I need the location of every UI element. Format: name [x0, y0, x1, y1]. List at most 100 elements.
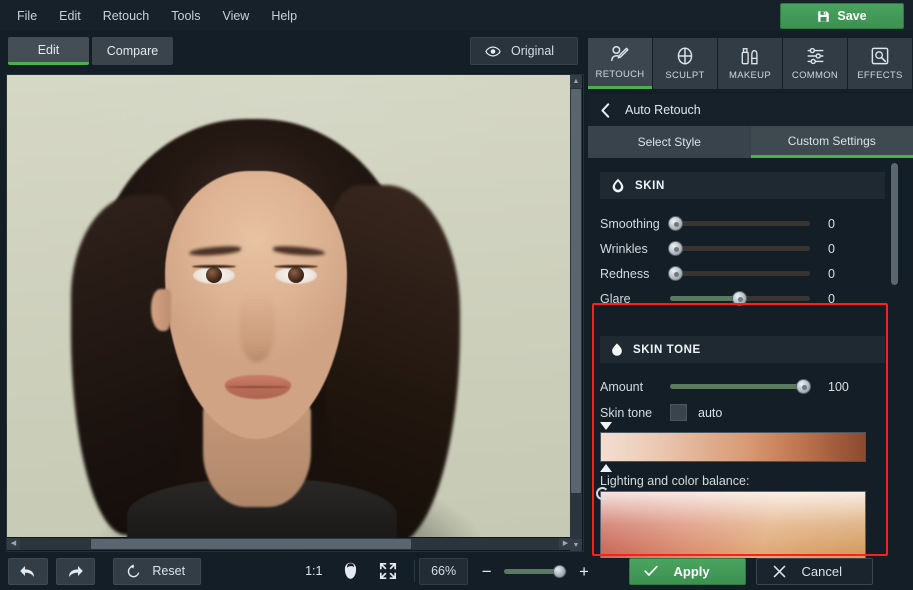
close-x-icon — [773, 565, 785, 577]
group-header-skin-tone[interactable]: SKIN TONE — [600, 336, 885, 363]
zoom-out-button[interactable]: − — [482, 563, 492, 580]
portrait-photo — [7, 75, 573, 549]
slider-row-smoothing: Smoothing 0 — [600, 211, 890, 236]
hair-left — [71, 195, 181, 535]
application-window: File Edit Retouch Tools View Help Save E… — [0, 0, 913, 590]
panel-scrollbar[interactable] — [891, 163, 898, 553]
fit-to-screen-button[interactable] — [379, 562, 397, 580]
skin-tone-gradient[interactable] — [600, 432, 866, 462]
horizontal-scroll-thumb[interactable] — [91, 539, 411, 549]
skin-tone-marker-top[interactable] — [600, 422, 612, 430]
slider-glare-handle[interactable] — [732, 291, 747, 306]
zoom-slider-handle[interactable] — [552, 564, 566, 578]
value-smoothing: 0 — [828, 216, 835, 231]
tab-sculpt[interactable]: SCULPT — [653, 38, 717, 89]
canvas-vertical-scrollbar[interactable]: ▲ ▼ — [570, 75, 582, 551]
label-auto: auto — [698, 405, 723, 420]
apply-button[interactable]: Apply — [628, 557, 746, 585]
tab-effects[interactable]: EFFECTS — [848, 38, 912, 89]
slider-row-redness: Redness 0 — [600, 261, 890, 286]
back-chevron-icon[interactable] — [600, 102, 611, 118]
sculpt-icon — [677, 47, 693, 65]
check-icon — [643, 565, 658, 576]
value-redness: 0 — [828, 266, 835, 281]
right-panel: RETOUCH SCULPT MAKEUP COMMON EFFECTS Aut… — [588, 31, 913, 590]
cancel-button[interactable]: Cancel — [755, 557, 873, 585]
image-canvas[interactable]: ▲ ▼ ◀ ▶ — [6, 74, 584, 552]
reset-button[interactable]: Reset — [113, 557, 202, 585]
skin-droplet-icon — [612, 178, 624, 193]
scroll-left-arrow[interactable]: ◀ — [7, 538, 20, 550]
skin-tone-color-swatch[interactable] — [670, 404, 687, 421]
slider-glare[interactable] — [670, 291, 810, 306]
zoom-slider[interactable] — [503, 564, 568, 578]
label-smoothing: Smoothing — [600, 216, 660, 231]
slider-redness-handle[interactable] — [668, 266, 683, 281]
label-glare: Glare — [600, 291, 631, 306]
tab-sculpt-label: SCULPT — [665, 70, 705, 81]
slider-row-glare: Glare 0 — [600, 286, 890, 311]
slider-smoothing-handle[interactable] — [668, 216, 683, 231]
group-header-skin[interactable]: SKIN — [600, 172, 885, 199]
redo-button[interactable] — [55, 557, 96, 585]
slider-smoothing[interactable] — [668, 216, 810, 231]
skin-tone-auto-row: Skin tone auto — [600, 400, 890, 425]
balance-label-row: Lighting and color balance: — [600, 468, 890, 493]
slider-amount[interactable] — [670, 379, 811, 394]
skin-tone-droplet-icon — [612, 343, 622, 356]
tab-makeup[interactable]: MAKEUP — [718, 38, 782, 89]
group-title-skin: SKIN — [635, 179, 665, 192]
ear — [151, 289, 171, 331]
zoom-level-display[interactable]: 66% — [419, 557, 468, 585]
slider-wrinkles[interactable] — [668, 241, 810, 256]
slider-amount-handle[interactable] — [796, 379, 811, 394]
vertical-scroll-thumb[interactable] — [571, 89, 581, 493]
menu-bar: File Edit Retouch Tools View Help Save — [0, 0, 913, 31]
tab-retouch[interactable]: RETOUCH — [588, 38, 652, 89]
retouch-icon — [611, 45, 629, 61]
tab-effects-label: EFFECTS — [857, 70, 903, 81]
segment-select-style-label: Select Style — [637, 135, 701, 149]
balance-cursor-handle[interactable] — [596, 487, 609, 500]
zoom-slider-fill — [503, 568, 559, 574]
canvas-horizontal-scrollbar[interactable]: ◀ ▶ — [7, 538, 572, 550]
tab-common[interactable]: COMMON — [783, 38, 847, 89]
slider-redness[interactable] — [668, 266, 810, 281]
panel-scroll-thumb[interactable] — [891, 163, 898, 285]
menu-item-retouch[interactable]: Retouch — [92, 4, 161, 28]
slider-wrinkles-handle[interactable] — [668, 241, 683, 256]
eyelash-left — [192, 265, 236, 268]
undo-button[interactable] — [8, 557, 48, 585]
eyelash-right — [274, 265, 318, 268]
scroll-up-arrow[interactable]: ▲ — [570, 75, 582, 88]
tab-compare[interactable]: Compare — [92, 37, 173, 65]
menu-item-edit[interactable]: Edit — [48, 4, 92, 28]
nose — [239, 290, 275, 362]
segment-custom-settings[interactable]: Custom Settings — [750, 126, 913, 158]
menu-item-help[interactable]: Help — [260, 4, 308, 28]
cancel-button-label: Cancel — [801, 563, 842, 579]
menu-item-file[interactable]: File — [6, 4, 48, 28]
ratio-1to1-button[interactable]: 1:1 — [305, 564, 322, 578]
tab-common-label: COMMON — [791, 70, 839, 81]
common-icon — [807, 47, 823, 65]
slider-glare-fill — [670, 296, 740, 301]
tab-edit[interactable]: Edit — [8, 37, 89, 65]
lip-line — [227, 386, 289, 388]
iris-left — [206, 267, 222, 283]
menu-item-tools[interactable]: Tools — [160, 4, 211, 28]
scroll-right-arrow[interactable]: ▶ — [559, 538, 572, 550]
apply-button-label: Apply — [673, 563, 710, 579]
segment-select-style[interactable]: Select Style — [588, 126, 751, 158]
redo-icon — [69, 565, 83, 577]
slider-row-wrinkles: Wrinkles 0 — [600, 236, 890, 261]
apply-cancel-bar: Apply Cancel — [588, 552, 913, 590]
save-button[interactable]: Save — [780, 3, 904, 29]
tab-compare-label: Compare — [106, 44, 159, 58]
fit-to-face-button[interactable] — [342, 562, 359, 580]
panel-header: Auto Retouch — [588, 94, 913, 126]
lighting-color-balance-field[interactable] — [596, 487, 866, 558]
mode-tab-bar: RETOUCH SCULPT MAKEUP COMMON EFFECTS — [588, 38, 913, 89]
menu-item-view[interactable]: View — [211, 4, 260, 28]
show-original-button[interactable]: Original — [470, 37, 578, 65]
